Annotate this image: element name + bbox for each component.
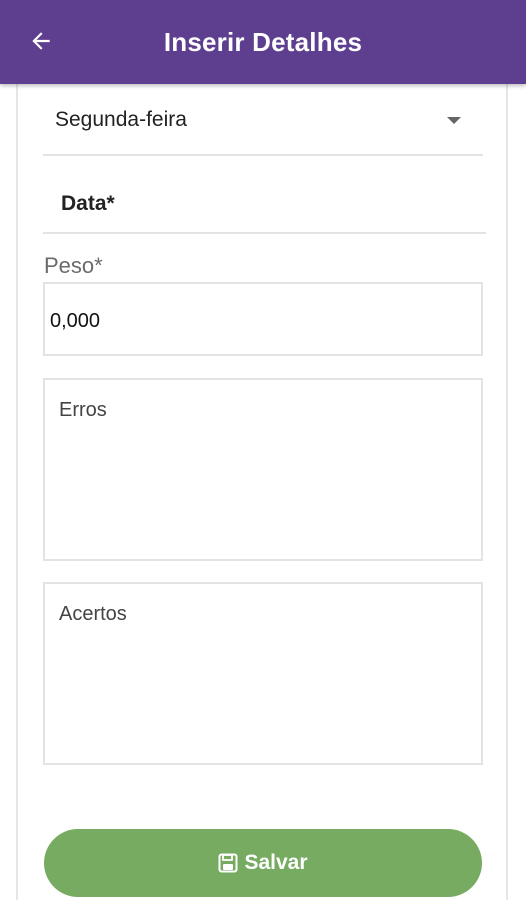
save-button-label: Salvar <box>244 851 308 874</box>
weekday-select[interactable]: Segunda-feira <box>43 96 483 156</box>
screen: Inserir Detalhes Segunda-feira Data* Pes… <box>0 0 526 900</box>
weight-input[interactable]: 0,000 <box>43 282 483 356</box>
errors-textarea[interactable]: Erros <box>43 378 483 561</box>
date-field-label: Data* <box>61 192 115 215</box>
date-field[interactable]: Data* <box>43 176 486 234</box>
weight-input-value: 0,000 <box>50 310 101 332</box>
app-bar: Inserir Detalhes <box>0 0 526 84</box>
page-title: Inserir Detalhes <box>163 26 363 57</box>
floppy-disk-icon <box>218 853 238 873</box>
successes-placeholder: Acertos <box>59 603 127 625</box>
errors-placeholder: Erros <box>59 399 107 421</box>
save-button[interactable]: Salvar <box>44 829 482 897</box>
caret-down-icon <box>447 117 461 124</box>
weight-label: Peso* <box>44 253 103 278</box>
successes-textarea[interactable]: Acertos <box>43 582 483 765</box>
weekday-select-value: Segunda-feira <box>55 108 187 131</box>
